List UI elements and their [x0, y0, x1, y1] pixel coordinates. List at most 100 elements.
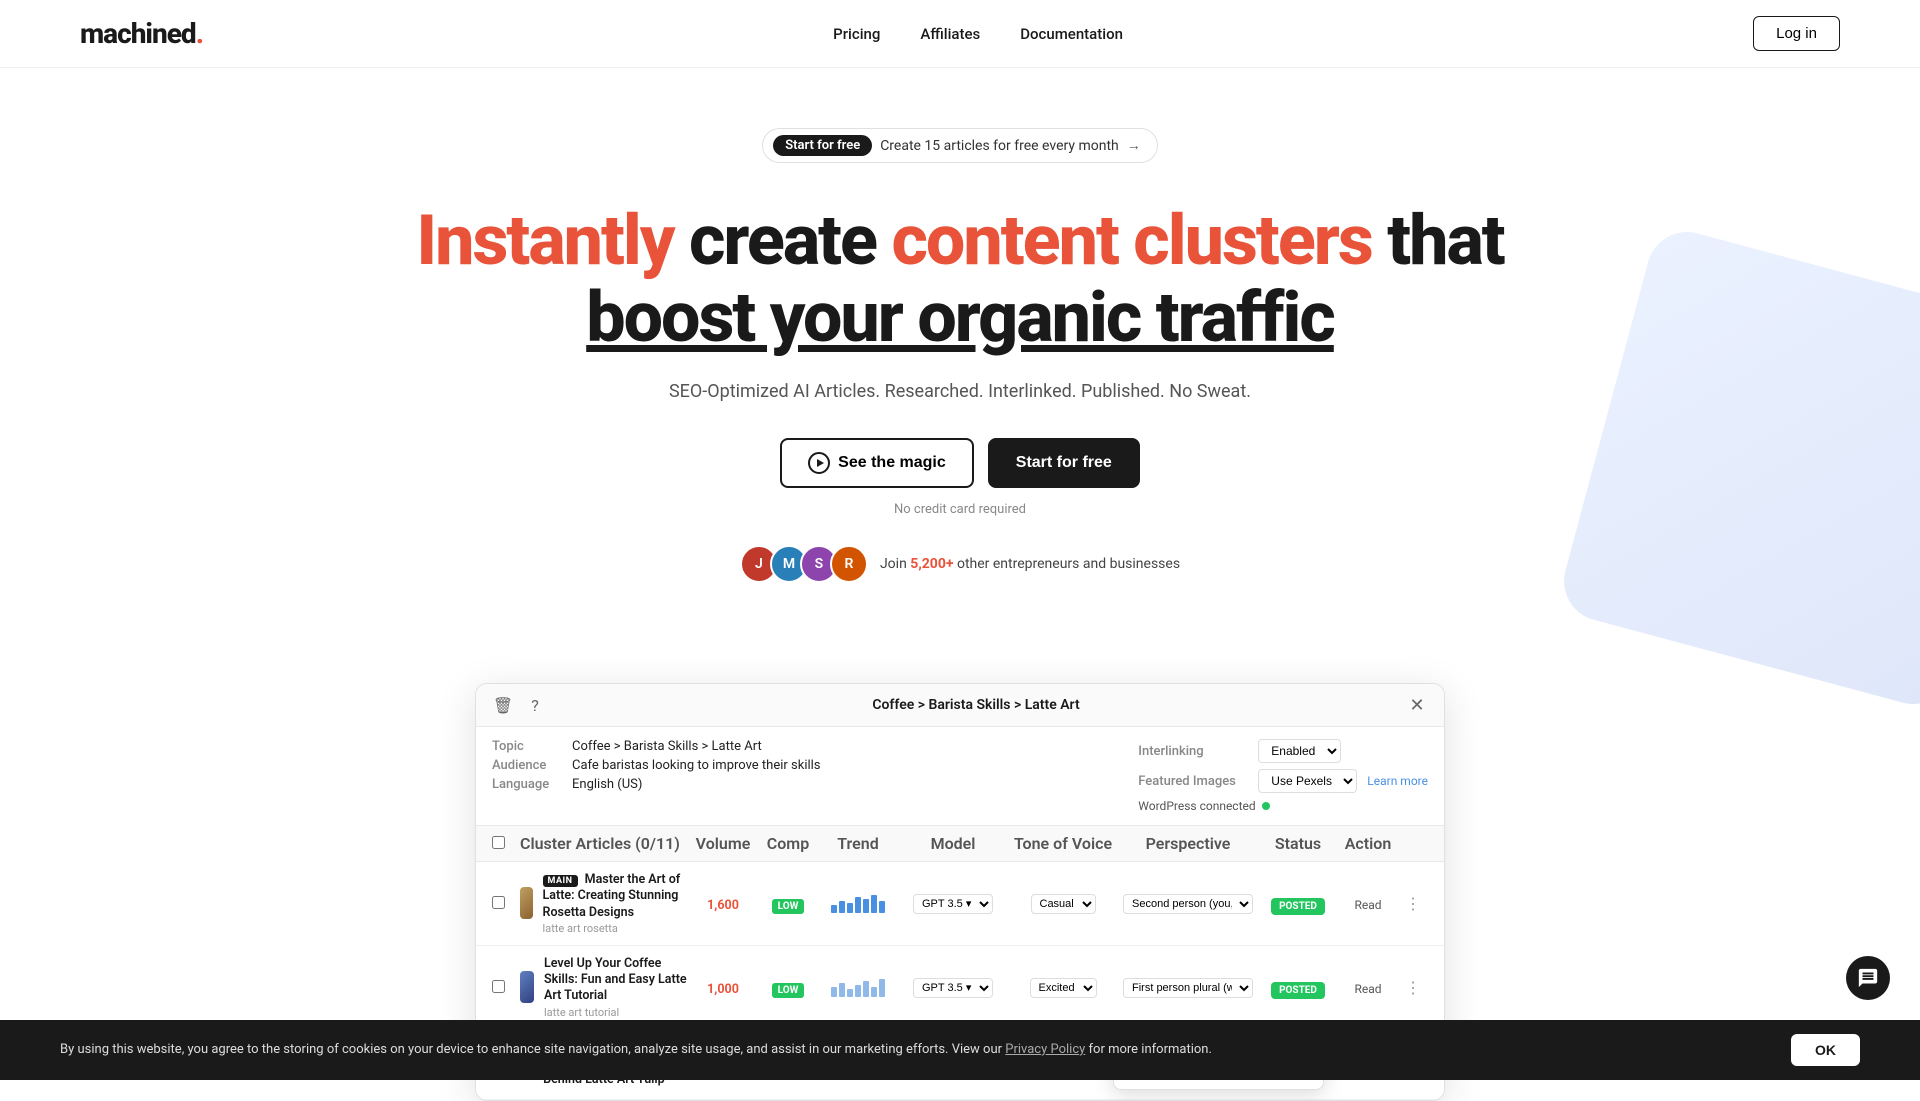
row2-model-select[interactable]: GPT 3.5 ▾ [913, 978, 993, 998]
demo-meta-left: Topic Coffee > Barista Skills > Latte Ar… [492, 739, 821, 813]
col-status-header: Status [1258, 834, 1338, 853]
nav-pricing[interactable]: Pricing [833, 25, 880, 43]
nav-affiliates[interactable]: Affiliates [920, 25, 980, 43]
start-free-button[interactable]: Start for free [988, 438, 1140, 488]
row1-action[interactable]: Read [1338, 894, 1398, 913]
see-magic-label: See the magic [838, 454, 946, 472]
row2-model: GPT 3.5 ▾ [898, 976, 1008, 998]
interlinking-select[interactable]: Enabled [1258, 739, 1341, 763]
wp-connected-dot [1262, 802, 1270, 810]
meta-interlinking-label: Interlinking [1138, 744, 1248, 759]
meta-images-label: Featured Images [1138, 774, 1248, 789]
row2-perspective-select[interactable]: First person plural (we, u... [1123, 978, 1253, 998]
row1-perspective-select[interactable]: Second person (you, your... [1123, 894, 1253, 914]
row2-checkbox[interactable] [492, 980, 505, 993]
nav-links: Pricing Affiliates Documentation [833, 24, 1123, 43]
row1-thumb [520, 887, 533, 919]
row2-thumb [520, 971, 534, 1003]
row1-trend [818, 893, 898, 913]
col-articles-header: Cluster Articles (0/11) [520, 834, 688, 853]
row1-volume: 1,600 [688, 894, 758, 913]
meta-images-row: Featured Images Use Pexels Learn more [1138, 769, 1428, 793]
meta-topic-label: Topic [492, 739, 562, 754]
title-word-that: that [1387, 200, 1503, 282]
meta-language-row: Language English (US) [492, 777, 821, 792]
row2-status: POSTED [1258, 978, 1338, 997]
title-word-instantly: Instantly [416, 200, 673, 282]
row2-perspective: First person plural (we, u... [1118, 976, 1258, 998]
table-header: Cluster Articles (0/11) Volume Comp Tren… [476, 826, 1444, 862]
demo-header-left: 🗑 ? [492, 694, 546, 716]
chat-icon [1857, 967, 1879, 989]
meta-language-value: English (US) [572, 777, 642, 792]
select-all-checkbox[interactable] [492, 836, 505, 849]
col-trend-header: Trend [818, 834, 898, 853]
col-perspective-header: Perspective [1118, 834, 1258, 853]
hero-subtitle: SEO-Optimized AI Articles. Researched. I… [40, 381, 1880, 402]
pill-text: Create 15 articles for free every month [880, 138, 1119, 154]
col-volume-header: Volume [688, 834, 758, 853]
row1-info: MAIN Master the Art of Latte: Creating S… [543, 872, 688, 935]
cookie-ok-button[interactable]: OK [1791, 1034, 1860, 1066]
hero-section: Start for free Create 15 articles for fr… [0, 68, 1920, 683]
row1-more[interactable]: ⋮ [1398, 894, 1428, 913]
main-badge: MAIN [543, 875, 578, 887]
meta-audience-row: Audience Cafe baristas looking to improv… [492, 758, 821, 773]
logo[interactable]: machined. [80, 17, 203, 50]
table-row: MAIN Master the Art of Latte: Creating S… [476, 862, 1444, 946]
meta-topic-row: Topic Coffee > Barista Skills > Latte Ar… [492, 739, 821, 754]
see-magic-button[interactable]: See the magic [780, 438, 974, 488]
meta-interlinking-row: Interlinking Enabled [1138, 739, 1341, 763]
help-icon[interactable]: ? [524, 694, 546, 716]
arrow-icon: → [1127, 137, 1141, 154]
row2-tone-select[interactable]: Excited [1030, 978, 1097, 998]
row2-action[interactable]: Read [1338, 978, 1398, 997]
chat-widget-button[interactable] [1846, 956, 1890, 1000]
row1-checkbox[interactable] [492, 896, 505, 909]
meta-language-label: Language [492, 777, 562, 792]
col-comp-header: Comp [758, 834, 818, 853]
hero-title: Instantly create content clusters that b… [40, 203, 1880, 357]
row1-tone: Casual [1008, 892, 1118, 914]
row1-model: GPT 3.5 ▾ [898, 892, 1008, 914]
row2-info: Level Up Your Coffee Skills: Fun and Eas… [544, 956, 688, 1019]
demo-meta-right: Interlinking Enabled Featured Images Use… [1138, 739, 1428, 813]
col-model-header: Model [898, 834, 1008, 853]
row2-article: Level Up Your Coffee Skills: Fun and Eas… [520, 956, 688, 1019]
demo-header: 🗑 ? Coffee > Barista Skills > Latte Art … [476, 684, 1444, 727]
wp-connected-status: WordPress connected [1138, 799, 1271, 813]
row1-perspective: Second person (you, your... [1118, 892, 1258, 914]
col-action-header: Action [1338, 834, 1398, 853]
row2-comp: LOW [758, 978, 818, 997]
row1-status: POSTED [1258, 894, 1338, 913]
images-select[interactable]: Use Pexels [1258, 769, 1357, 793]
login-button[interactable]: Log in [1753, 16, 1840, 51]
nav-documentation[interactable]: Documentation [1020, 25, 1123, 43]
cookie-banner: By using this website, you agree to the … [0, 1020, 1920, 1080]
play-icon [808, 452, 830, 474]
trash-icon[interactable]: 🗑 [492, 694, 514, 716]
row1-sub: latte art rosetta [543, 922, 688, 935]
row1-model-select[interactable]: GPT 3.5 ▾ [913, 894, 993, 914]
meta-audience-value: Cafe baristas looking to improve their s… [572, 758, 821, 773]
col-check-header [492, 834, 520, 853]
navbar: machined. Pricing Affiliates Documentati… [0, 0, 1920, 68]
row2-more[interactable]: ⋮ [1398, 978, 1428, 997]
title-word-content-clusters: content clusters [891, 200, 1371, 282]
learn-more-link[interactable]: Learn more [1367, 774, 1428, 788]
pill-label: Start for free [773, 135, 872, 156]
row1-article: MAIN Master the Art of Latte: Creating S… [520, 872, 688, 935]
row2-volume: 1,000 [688, 978, 758, 997]
demo-meta: Topic Coffee > Barista Skills > Latte Ar… [476, 727, 1444, 826]
row1-tone-select[interactable]: Casual [1031, 894, 1096, 914]
title-line2: boost your organic traffic [586, 277, 1334, 359]
row2-tone: Excited [1008, 976, 1118, 998]
social-count: 5,200+ [910, 556, 953, 572]
banner-pill[interactable]: Start for free Create 15 articles for fr… [762, 128, 1158, 163]
demo-header-title: Coffee > Barista Skills > Latte Art [872, 697, 1079, 713]
row2-trend [818, 977, 898, 997]
close-icon[interactable]: ✕ [1406, 694, 1428, 716]
social-text: Join 5,200+ other entrepreneurs and busi… [880, 556, 1180, 572]
privacy-policy-link[interactable]: Privacy Policy [1005, 1042, 1085, 1057]
avatar-group: J M S R [740, 545, 868, 583]
